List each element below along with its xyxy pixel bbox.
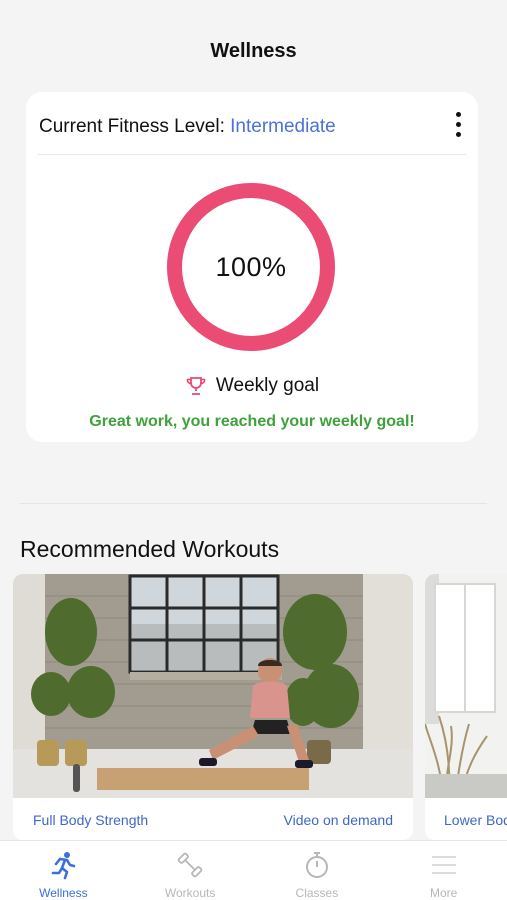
section-title: Recommended Workouts — [20, 536, 280, 562]
fitness-level-value[interactable]: Intermediate — [230, 116, 336, 137]
trophy-icon — [186, 377, 206, 395]
tab-classes[interactable]: Classes — [254, 841, 381, 900]
workout-type: Video on demand — [283, 812, 394, 828]
tab-workouts[interactable]: Workouts — [127, 841, 254, 900]
tab-label: Workouts — [164, 886, 216, 900]
stopwatch-icon — [305, 852, 328, 878]
tab-label: More — [429, 886, 458, 900]
workout-title: Full Body Strength — [33, 812, 149, 828]
tab-label: Classes — [295, 886, 339, 900]
running-person-icon — [52, 852, 76, 880]
dumbbell-icon — [177, 852, 203, 878]
workout-card-full-body-strength[interactable]: Full Body Strength Video on demand — [13, 574, 413, 840]
page-title: Wellness — [210, 40, 297, 62]
app-header: Wellness — [0, 0, 507, 80]
workout-card-lower-body[interactable]: Lower Body — [425, 574, 507, 840]
tab-bar: Wellness Workouts Classes More — [0, 840, 507, 900]
card-divider — [38, 154, 466, 155]
fitness-level-card: Current Fitness Level: Intermediate 100%… — [26, 92, 478, 442]
goal-message: Great work, you reached your weekly goal… — [89, 413, 415, 430]
section-divider — [20, 503, 487, 504]
more-options-icon[interactable] — [446, 106, 470, 142]
workout-title: Lower Body — [444, 812, 507, 828]
fitness-level-row: Current Fitness Level: Intermediate — [39, 116, 336, 138]
tab-more[interactable]: More — [380, 841, 507, 900]
workout-thumbnail — [425, 574, 507, 798]
weekly-goal-label: Weekly goal — [215, 375, 320, 396]
progress-percent: 100% — [215, 251, 287, 282]
workout-thumbnail — [13, 574, 413, 798]
tab-wellness[interactable]: Wellness — [0, 841, 127, 900]
tab-label: Wellness — [39, 886, 88, 900]
fitness-level-label: Current Fitness Level: — [39, 116, 225, 137]
menu-icon — [431, 856, 456, 874]
weekly-goal-row: Weekly goal — [26, 375, 478, 397]
